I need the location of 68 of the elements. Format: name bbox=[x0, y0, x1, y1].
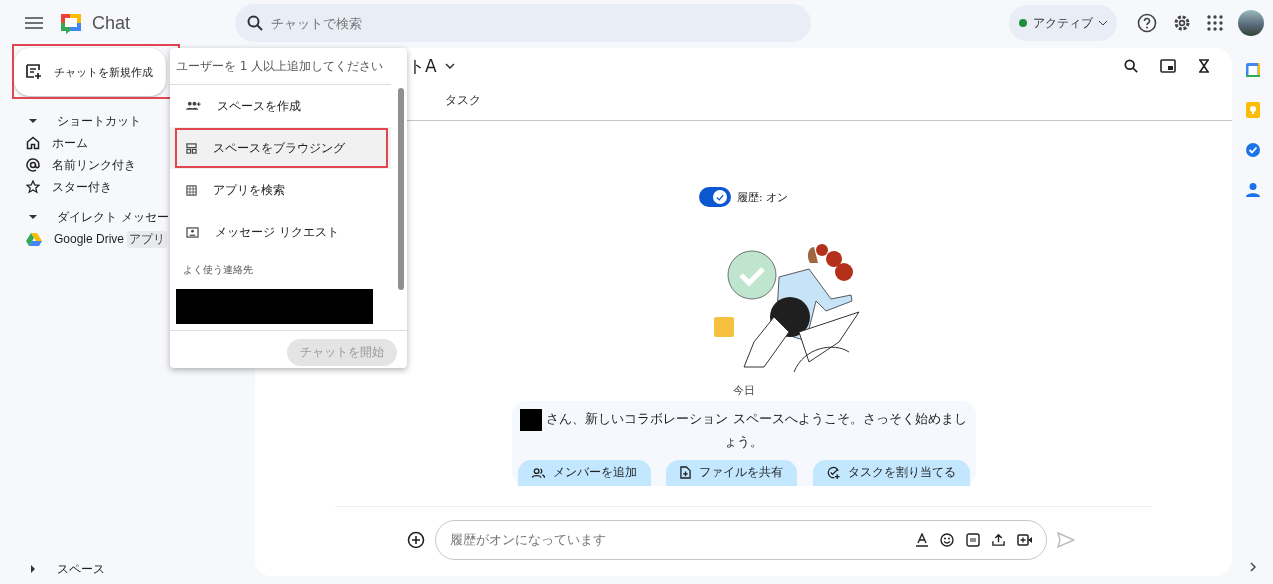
add-people-field[interactable]: ユーザーを 1 人以上追加してください bbox=[170, 48, 391, 85]
chat-logo-icon bbox=[59, 11, 83, 35]
status-button[interactable]: アクティブ bbox=[1009, 5, 1117, 41]
grid-icon bbox=[186, 142, 197, 154]
menu-icon[interactable] bbox=[25, 17, 43, 29]
group-add-icon bbox=[186, 101, 201, 111]
apps-grid-icon bbox=[186, 184, 197, 196]
history-toggle[interactable] bbox=[698, 187, 731, 207]
people-icon bbox=[531, 466, 545, 479]
section-heading: よく使う連絡先 bbox=[182, 263, 254, 277]
message-field[interactable]: 履歴がオンになっています bbox=[435, 519, 1047, 560]
task-add-icon bbox=[826, 466, 840, 479]
emoji-icon[interactable] bbox=[940, 532, 954, 547]
sidebar-item[interactable]: ホーム bbox=[52, 134, 88, 152]
picture-in-picture-icon[interactable] bbox=[1160, 59, 1176, 73]
caret-icon bbox=[29, 117, 37, 125]
tab[interactable]: タスク bbox=[445, 88, 481, 116]
gif-icon[interactable] bbox=[966, 532, 980, 547]
apps-grid-icon[interactable] bbox=[1207, 15, 1223, 31]
app-tag: アプリ bbox=[127, 230, 168, 248]
calendar-icon[interactable] bbox=[1244, 62, 1261, 78]
section-header[interactable]: スペース bbox=[14, 558, 105, 580]
section-header[interactable]: ショートカット bbox=[14, 110, 141, 132]
sidebar-item[interactable]: 名前リンク付き bbox=[52, 156, 136, 174]
help-icon[interactable] bbox=[1137, 13, 1157, 33]
redaction-bar bbox=[520, 408, 543, 431]
action-chip[interactable]: タスクを割り当てる bbox=[812, 459, 970, 486]
dropdown-icon[interactable] bbox=[444, 63, 455, 69]
search-icon bbox=[247, 15, 263, 31]
new-chat-icon bbox=[26, 64, 42, 80]
caret-icon bbox=[1099, 20, 1107, 26]
text-format-icon[interactable] bbox=[916, 532, 928, 547]
chevron-right-icon[interactable] bbox=[1249, 562, 1256, 572]
app-name: Chat bbox=[92, 12, 132, 34]
new-chat-button[interactable]: チャットを新規作成 bbox=[14, 48, 166, 96]
history-label: 履歴: オン bbox=[736, 189, 789, 205]
video-add-icon[interactable] bbox=[1017, 533, 1033, 546]
drive-icon bbox=[26, 232, 42, 246]
section-header[interactable]: ダイレクト メッセー bbox=[14, 206, 169, 228]
avatar[interactable] bbox=[1238, 10, 1264, 36]
search-field[interactable]: チャットで検索 bbox=[235, 4, 811, 42]
action-chip[interactable]: ファイルを共有 bbox=[666, 459, 797, 486]
upload-icon[interactable] bbox=[992, 533, 1005, 546]
menu-item[interactable]: スペースを作成 bbox=[170, 85, 391, 127]
settings-icon[interactable] bbox=[1172, 13, 1192, 33]
at-sign-icon bbox=[26, 158, 40, 172]
hourglass-icon[interactable] bbox=[1198, 59, 1210, 73]
caret-icon bbox=[29, 213, 37, 221]
message-person-icon bbox=[186, 226, 199, 238]
caret-icon bbox=[29, 565, 37, 573]
scrollbar-thumb[interactable] bbox=[398, 88, 404, 290]
home-icon bbox=[26, 136, 40, 150]
menu-item[interactable]: アプリを検索 bbox=[170, 169, 391, 211]
menu-item[interactable]: メッセージ リクエスト bbox=[170, 211, 391, 253]
sidebar-item[interactable]: Google Drive bbox=[54, 232, 125, 246]
sidebar-item[interactable]: スター付き bbox=[52, 178, 112, 196]
contacts-icon[interactable] bbox=[1245, 182, 1260, 198]
space-title[interactable]: トA bbox=[408, 54, 437, 78]
tasks-icon[interactable] bbox=[1244, 142, 1261, 158]
date-divider: 今日 bbox=[732, 383, 755, 399]
add-icon[interactable] bbox=[407, 530, 425, 549]
welcome-message: さん、新しいコラボレーション スペースへようこそ。さっそく始めましょう。 bbox=[517, 408, 970, 452]
file-add-icon bbox=[680, 466, 691, 479]
search-icon[interactable] bbox=[1124, 59, 1138, 73]
menu-item[interactable]: スペースをブラウジング bbox=[170, 127, 391, 169]
action-chip[interactable]: メンバーを追加 bbox=[517, 459, 651, 486]
check-icon bbox=[715, 193, 724, 201]
star-icon bbox=[26, 180, 40, 194]
